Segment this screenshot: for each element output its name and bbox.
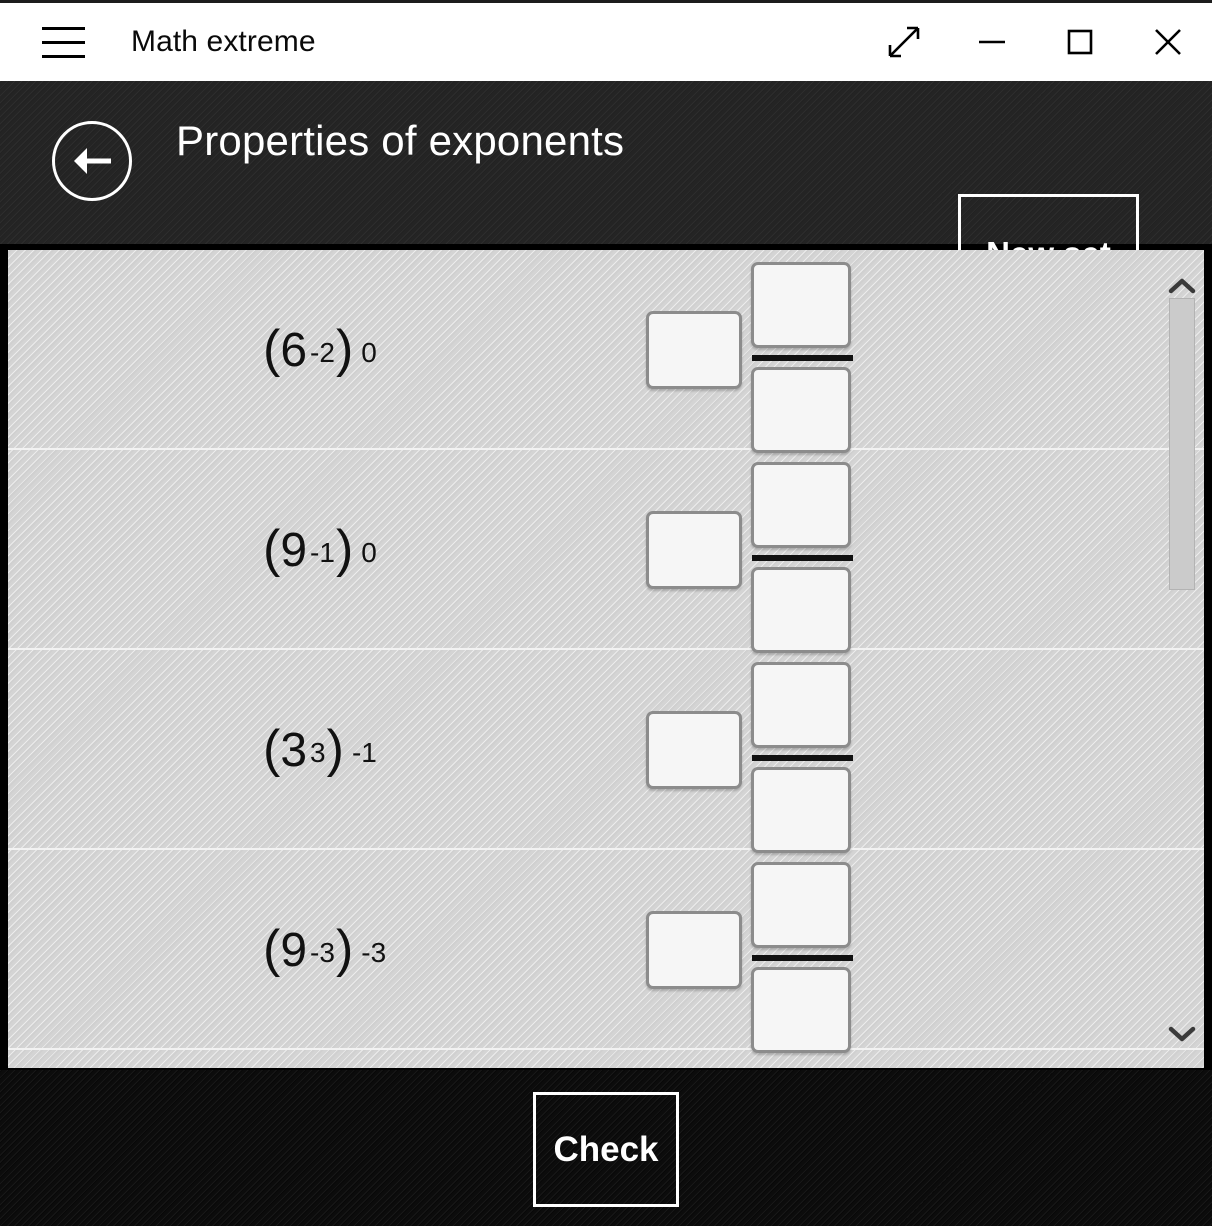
numerator-input[interactable] xyxy=(751,262,851,348)
scrollbar-thumb[interactable] xyxy=(1169,298,1195,590)
inner-exponent: 3 xyxy=(310,737,326,768)
diagonal-arrows-icon[interactable] xyxy=(860,3,948,81)
close-paren: ) xyxy=(335,320,354,378)
inner-exponent: -1 xyxy=(310,537,335,568)
denominator-input[interactable] xyxy=(751,967,851,1053)
fraction-bar xyxy=(752,955,853,961)
footer-bar: Check xyxy=(0,1070,1212,1226)
outer-exponent: 0 xyxy=(361,337,377,368)
close-icon[interactable] xyxy=(1124,3,1212,81)
check-button[interactable]: Check xyxy=(533,1092,679,1207)
open-paren: ( xyxy=(263,920,281,978)
denominator-input[interactable] xyxy=(751,367,851,453)
check-label: Check xyxy=(553,1129,659,1169)
exercise-list-inner: (6 -2) 0 (9 -1) 0 (3 3) -1 (9 -3) -3 xyxy=(8,250,1204,1068)
answer-area xyxy=(640,250,900,453)
answer-area xyxy=(640,650,900,853)
whole-number-input[interactable] xyxy=(646,711,742,789)
whole-number-input[interactable] xyxy=(646,311,742,389)
open-paren: ( xyxy=(263,320,281,378)
hamburger-bar xyxy=(41,40,85,44)
fraction-group xyxy=(751,462,853,653)
outer-exponent: -1 xyxy=(351,737,377,768)
exercise-row: (9 -1) 0 xyxy=(8,450,1204,653)
denominator-input[interactable] xyxy=(751,767,851,853)
hamburger-bar xyxy=(41,26,85,30)
fraction-group xyxy=(751,662,853,853)
fraction-bar xyxy=(752,355,853,361)
expression-base: 9 xyxy=(280,924,308,977)
numerator-input[interactable] xyxy=(751,462,851,548)
maximize-icon[interactable] xyxy=(1036,3,1124,81)
scrollbar[interactable] xyxy=(1160,250,1204,1068)
exercise-expression: (6 -2) 0 xyxy=(263,323,377,375)
exercise-row: (9 -3) -3 xyxy=(8,850,1204,1053)
outer-exponent: -3 xyxy=(361,937,387,968)
exercise-row xyxy=(8,1050,1204,1068)
close-paren: ) xyxy=(335,520,354,578)
page-title: Properties of exponents xyxy=(176,117,625,164)
numerator-input[interactable] xyxy=(751,662,851,748)
whole-number-input[interactable] xyxy=(646,911,742,989)
close-paren: ) xyxy=(335,920,354,978)
answer-area xyxy=(640,450,900,653)
fraction-group xyxy=(751,862,853,1053)
page-header: Properties of exponents New set xyxy=(0,81,1212,314)
inner-exponent: -3 xyxy=(310,937,335,968)
chevron-down-icon[interactable] xyxy=(1160,1012,1204,1056)
exercise-expression: (9 -1) 0 xyxy=(263,523,377,575)
denominator-input[interactable] xyxy=(751,567,851,653)
expression-base: 9 xyxy=(280,524,308,577)
minimize-icon[interactable] xyxy=(948,3,1036,81)
exercise-row: (3 3) -1 xyxy=(8,650,1204,853)
app-title: Math extreme xyxy=(131,25,316,58)
open-paren: ( xyxy=(263,720,281,778)
exercise-expression: (3 3) -1 xyxy=(263,723,377,775)
whole-number-input[interactable] xyxy=(646,511,742,589)
window-controls xyxy=(860,3,1212,81)
answer-area xyxy=(640,850,900,1053)
expression-base: 6 xyxy=(280,324,308,377)
hamburger-bar xyxy=(41,54,85,58)
fraction-group xyxy=(751,262,853,453)
expression-base: 3 xyxy=(280,724,308,777)
inner-exponent: -2 xyxy=(310,337,335,368)
exercise-row: (6 -2) 0 xyxy=(8,250,1204,453)
back-arrow-icon[interactable] xyxy=(52,121,132,201)
numerator-input[interactable] xyxy=(751,862,851,948)
open-paren: ( xyxy=(263,520,281,578)
title-bar: Math extreme xyxy=(0,0,1212,81)
close-paren: ) xyxy=(326,720,344,778)
exercise-list: (6 -2) 0 (9 -1) 0 (3 3) -1 (9 -3) -3 xyxy=(8,250,1204,1068)
fraction-bar xyxy=(752,755,853,761)
app-window: Math extreme Properties of exponents (6… xyxy=(0,0,1212,1226)
outer-exponent: 0 xyxy=(361,537,377,568)
fraction-bar xyxy=(752,555,853,561)
exercise-expression: (9 -3) -3 xyxy=(263,923,386,975)
hamburger-menu-icon[interactable] xyxy=(30,19,96,65)
